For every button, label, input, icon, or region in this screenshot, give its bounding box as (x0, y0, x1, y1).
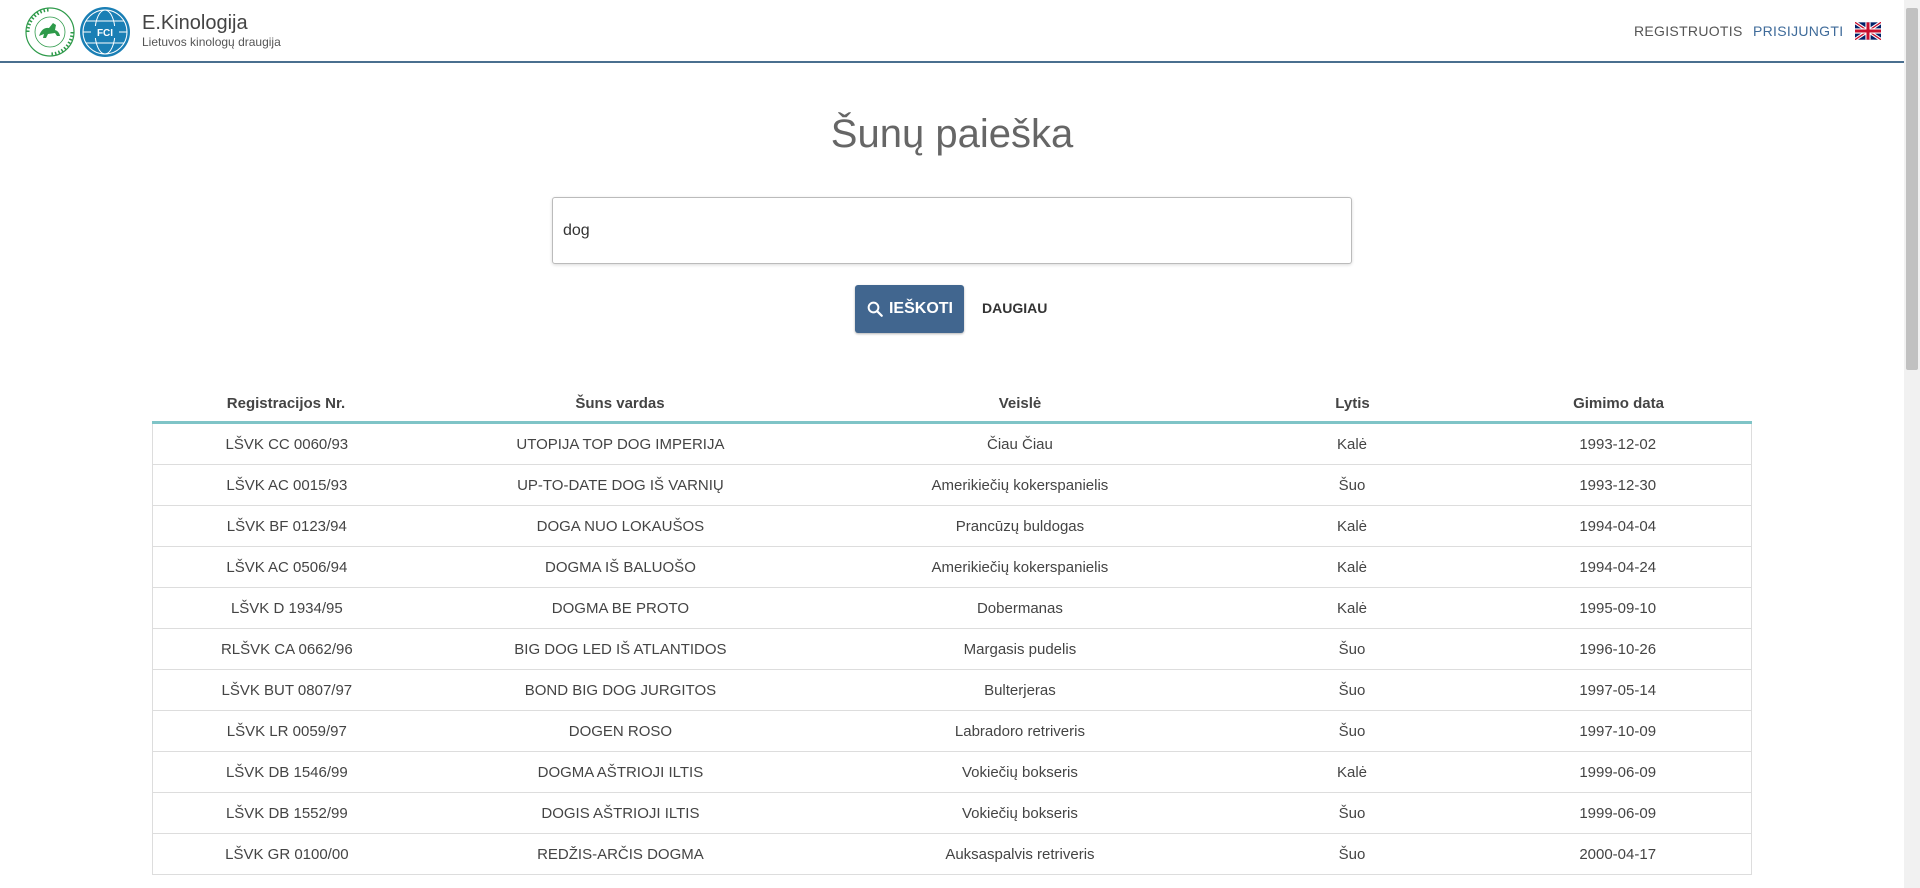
birth-date-cell: 1994-04-04 (1579, 517, 1657, 535)
table-row[interactable]: LŠVK CC 0060/93 UTOPIJA TOP DOG IMPERIJA Č… (152, 424, 1752, 465)
column-header-breed[interactable]: Veislė (820, 386, 1220, 421)
table-row[interactable]: LŠVK BUT 0807/97 BOND BIG DOG JURGITOS Bul… (152, 670, 1752, 711)
breed-cell: Labradoro retriveris (954, 722, 1085, 740)
dog-name-cell: REDŽIS-ARČIS DOGMA (537, 845, 704, 863)
table-row[interactable]: LŠVK GR 0100/00 REDŽIS-ARČIS DOGMA Auksasp… (152, 834, 1752, 875)
sex-cell: Šuo (1338, 681, 1366, 699)
breed-cell: Auksaspalvis retriveris (945, 845, 1095, 863)
birth-date-cell: 2000-04-17 (1579, 845, 1657, 863)
scrollbar-thumb[interactable] (1906, 8, 1918, 370)
sex-cell: Šuo (1338, 845, 1366, 863)
page-title: Šunų paieška (830, 112, 1074, 156)
dog-name-cell: DOGMA IŠ BALUOŠO (544, 558, 696, 576)
registration-cell: RLŠVK CA 0662/96 (220, 640, 353, 658)
birth-date-cell: 1994-04-24 (1579, 558, 1657, 576)
birth-date-cell: 1999-06-09 (1579, 763, 1657, 781)
search-icon (867, 301, 883, 317)
table-row[interactable]: LŠVK DB 1552/99 DOGIS AŠTRIOJI ILTIS Vokie… (152, 793, 1752, 834)
table-row[interactable]: LŠVK AC 0506/94 DOGMA IŠ BALUOŠO Amerikieč… (152, 547, 1752, 588)
breed-cell: Čiau Čiau (986, 435, 1053, 453)
breed-cell: Amerikiečių kokerspanielis (931, 476, 1109, 494)
column-header-birth-date[interactable]: Gimimo data (1485, 386, 1752, 421)
dog-name-cell: UTOPIJA TOP DOG IMPERIJA (516, 435, 725, 453)
sex-cell: Kalė (1336, 599, 1368, 617)
table-row[interactable]: LŠVK DB 1546/99 DOGMA AŠTRIOJI ILTIS Vokie… (152, 752, 1752, 793)
registration-cell: LŠVK GR 0100/00 (225, 845, 349, 863)
dog-name-cell: BOND BIG DOG JURGITOS (524, 681, 717, 699)
breed-cell: Margasis pudelis (963, 640, 1077, 658)
register-link[interactable]: REGISTRUOTIS (1634, 23, 1743, 39)
table-row[interactable]: LŠVK LR 0059/97 DOGEN ROSO Labradoro retri… (152, 711, 1752, 752)
dog-name-cell: DOGMA BE PROTO (551, 599, 690, 617)
sex-cell: Kalė (1336, 558, 1368, 576)
birth-date-cell: 1993-12-02 (1579, 435, 1657, 453)
breed-cell: Dobermanas (976, 599, 1063, 617)
sex-cell: Šuo (1338, 804, 1366, 822)
table-row[interactable]: LŠVK AC 0015/93 UP-TO-DATE DOG IŠ VARNIŲ A… (152, 465, 1752, 506)
table-row[interactable]: LŠVK D 1934/95 DOGMA BE PROTO Dobermanas Ka… (152, 588, 1752, 629)
registration-cell: LŠVK LR 0059/97 (226, 722, 347, 740)
breed-cell: Prancūzų buldogas (955, 517, 1085, 535)
birth-date-cell: 1995-09-10 (1579, 599, 1657, 617)
registration-cell: LŠVK DB 1552/99 (225, 804, 348, 822)
breed-cell: Vokiečių bokseris (961, 804, 1078, 822)
dog-name-cell: UP-TO-DATE DOG IŠ VARNIŲ (517, 476, 724, 494)
search-box[interactable] (552, 197, 1352, 264)
column-header-registration[interactable]: Registracijos Nr. (152, 386, 420, 421)
dog-name-cell: BIG DOG LED IŠ ATLANTIDOS (514, 640, 727, 658)
sex-cell: Šuo (1338, 640, 1366, 658)
lkd-logo-icon[interactable] (24, 6, 76, 58)
table-row[interactable]: LŠVK BF 0123/94 DOGA NUO LOKAUŠOS Prancūzų… (152, 506, 1752, 547)
dog-name-cell: DOGIS AŠTRIOJI ILTIS (541, 804, 700, 822)
sex-cell: Šuo (1338, 722, 1366, 740)
sex-cell: Kalė (1336, 517, 1368, 535)
svg-text:FCI: FCI (97, 28, 113, 39)
sex-cell: Kalė (1336, 435, 1368, 453)
login-link[interactable]: PRISIJUNGTI (1753, 23, 1843, 39)
birth-date-cell: 1996-10-26 (1579, 640, 1657, 658)
registration-cell: LŠVK CC 0060/93 (225, 435, 349, 453)
column-header-dog-name[interactable]: Šuns vardas (420, 386, 820, 421)
breed-cell: Amerikiečių kokerspanielis (931, 558, 1109, 576)
table-body: LŠVK CC 0060/93 UTOPIJA TOP DOG IMPERIJA Č… (152, 424, 1752, 875)
search-input[interactable] (563, 218, 1333, 244)
search-button[interactable]: IEŠKOTI (855, 285, 964, 333)
top-navbar: FCI E.Kinologija Lietuvos kinologų draug… (0, 0, 1904, 63)
birth-date-cell: 1997-10-09 (1579, 722, 1657, 740)
brand-subtitle: Lietuvos kinologų draugija (142, 35, 281, 49)
sex-cell: Kalė (1336, 763, 1368, 781)
brand-title[interactable]: E.Kinologija (142, 12, 248, 35)
dog-name-cell: DOGEN ROSO (568, 722, 673, 740)
registration-cell: LŠVK BUT 0807/97 (221, 681, 353, 699)
registration-cell: LŠVK BF 0123/94 (226, 517, 347, 535)
registration-cell: LŠVK D 1934/95 (230, 599, 343, 617)
results-table: Registracijos Nr. Šuns vardas Veislė Lyt… (152, 386, 1752, 875)
breed-cell: Bulterjeras (984, 681, 1056, 699)
registration-cell: LŠVK AC 0015/93 (226, 476, 348, 494)
search-button-label: IEŠKOTI (888, 300, 953, 317)
birth-date-cell: 1999-06-09 (1579, 804, 1657, 822)
dog-name-cell: DOGA NUO LOKAUŠOS (536, 517, 705, 535)
more-options-button[interactable]: DAUGIAU (982, 300, 1047, 316)
registration-cell: LŠVK DB 1546/99 (225, 763, 348, 781)
birth-date-cell: 1997-05-14 (1579, 681, 1657, 699)
table-header: Registracijos Nr. Šuns vardas Veislė Lyt… (152, 386, 1752, 424)
breed-cell: Vokiečių bokseris (961, 763, 1078, 781)
dog-name-cell: DOGMA AŠTRIOJI ILTIS (537, 763, 704, 781)
registration-cell: LŠVK AC 0506/94 (226, 558, 348, 576)
fci-logo-icon[interactable]: FCI (79, 6, 131, 58)
table-row[interactable]: RLŠVK CA 0662/96 BIG DOG LED IŠ ATLANTIDO… (152, 629, 1752, 670)
uk-flag-icon[interactable] (1855, 22, 1881, 40)
birth-date-cell: 1993-12-30 (1579, 476, 1657, 494)
column-header-sex[interactable]: Lytis (1220, 386, 1485, 421)
sex-cell: Šuo (1338, 476, 1366, 494)
